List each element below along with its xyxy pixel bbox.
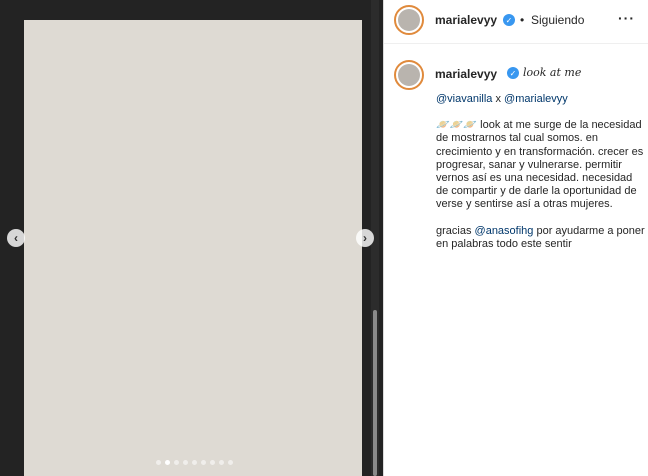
mention-link[interactable]: @marialevyy [504,93,568,105]
chevron-right-icon: › [363,231,367,245]
carousel-indicator [156,460,233,465]
thanks-prefix: gracias [436,224,475,237]
post-image[interactable] [24,20,362,476]
mention-separator: x [492,93,505,105]
carousel-dot [201,460,206,465]
header-username[interactable]: marialevyy [435,13,497,27]
caption-mentions: @viavanilla x @marialevyy [436,93,646,106]
carousel-dot [210,460,215,465]
carousel-dot [228,460,233,465]
carousel-dot [165,460,170,465]
caption-paragraph: 🪐🪐🪐 look at me surge de la necesidad de … [436,119,646,211]
caption-avatar[interactable] [394,60,424,90]
planet-emoji-icon: 🪐🪐🪐 [436,119,478,132]
scrollbar-thumb[interactable] [373,310,377,476]
carousel-prev-button[interactable]: ‹ [7,229,25,247]
carousel-next-button[interactable]: › [356,229,374,247]
post-header: marialevyy ✓ • Siguiendo ··· [384,0,648,44]
carousel-dot [174,460,179,465]
caption-username[interactable]: marialevyy [435,67,497,81]
chevron-left-icon: ‹ [14,231,18,245]
caption-thanks: gracias @anasofihg por ayudarme a poner … [436,225,646,251]
verified-badge-icon: ✓ [503,14,515,26]
avatar-image [398,64,420,86]
more-options-icon[interactable]: ··· [618,10,635,26]
carousel-dot [183,460,188,465]
carousel-dot [192,460,197,465]
post-side-panel: marialevyy ✓ • Siguiendo ··· marialevyy … [383,0,648,476]
mention-link[interactable]: @anasofihg [475,225,534,237]
following-button[interactable]: Siguiendo [531,13,584,27]
caption-title: look at me [523,66,582,79]
caption-text: @viavanilla x @marialevyy 🪐🪐🪐 look at me… [436,93,646,264]
caption-paragraph-text: look at me surge de la necesidad de most… [436,119,644,211]
photo-placeholder [24,20,362,476]
verified-badge-icon: ✓ [507,67,519,79]
separator-dot: • [520,13,525,27]
carousel-dot [156,460,161,465]
avatar[interactable] [394,5,424,35]
avatar-image [398,9,420,31]
carousel-dot [219,460,224,465]
mention-link[interactable]: @viavanilla [436,93,492,105]
